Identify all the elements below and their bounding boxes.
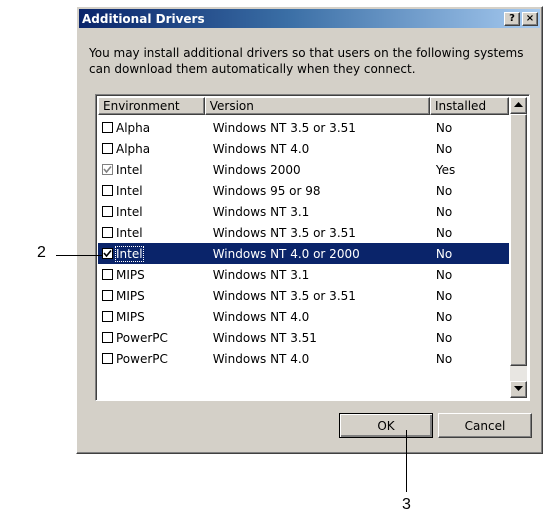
table-row[interactable]: PowerPC Windows NT 4.0 No [98, 348, 509, 369]
scroll-up-button[interactable] [510, 97, 527, 114]
cell-installed: No [435, 246, 453, 261]
checkbox[interactable] [102, 143, 113, 154]
cell-environment: Alpha [98, 121, 205, 135]
environment-label: Intel [116, 183, 143, 198]
environment-label: PowerPC [116, 351, 168, 366]
table-row[interactable]: MIPS Windows NT 3.5 or 3.51 No [98, 285, 509, 306]
table-row[interactable]: Intel Windows NT 3.1 No [98, 201, 509, 222]
instructions-text: You may install additional drivers so th… [89, 46, 524, 76]
cell-version: Windows NT 3.1 [212, 267, 310, 282]
cell-environment: MIPS [98, 289, 205, 303]
list-header: Environment Version Installed [98, 97, 510, 115]
checkbox[interactable] [102, 269, 113, 280]
environment-label: MIPS [116, 267, 145, 282]
checkbox[interactable] [102, 185, 113, 196]
scroll-down-button[interactable] [510, 381, 527, 398]
checkbox[interactable] [102, 248, 113, 259]
callout-label-3: 3 [402, 496, 411, 513]
cell-environment: Intel [98, 205, 205, 219]
environment-label: Intel [116, 204, 143, 219]
table-row[interactable]: MIPS Windows NT 3.1 No [98, 264, 509, 285]
cell-installed: No [435, 120, 453, 135]
table-row[interactable]: Intel Windows NT 4.0 or 2000 No [98, 243, 509, 264]
cell-version: Windows NT 3.51 [212, 330, 317, 345]
cell-version: Windows NT 4.0 [212, 309, 310, 324]
cell-version: Windows NT 3.1 [212, 204, 310, 219]
ok-button[interactable]: OK [339, 413, 433, 438]
table-row[interactable]: Alpha Windows NT 4.0 No [98, 138, 509, 159]
checkbox[interactable] [102, 353, 113, 364]
cell-version: Windows NT 3.5 or 3.51 [212, 288, 356, 303]
cell-version: Windows 95 or 98 [212, 183, 321, 198]
callout-label-2: 2 [37, 244, 46, 261]
checkbox[interactable] [102, 206, 113, 217]
cell-installed: No [435, 225, 453, 240]
list-rows: Alpha Windows NT 3.5 or 3.51 No Alpha Window… [98, 117, 509, 369]
table-row[interactable]: MIPS Windows NT 4.0 No [98, 306, 509, 327]
table-row[interactable]: Alpha Windows NT 3.5 or 3.51 No [98, 117, 509, 138]
checkmark-icon [103, 249, 112, 258]
environment-label: Alpha [116, 120, 151, 135]
cell-environment: MIPS [98, 310, 205, 324]
cell-environment: PowerPC [98, 352, 205, 366]
environment-label: Intel [116, 162, 143, 177]
environment-label: MIPS [116, 309, 145, 324]
checkbox[interactable] [102, 227, 113, 238]
cell-version: Windows NT 3.5 or 3.51 [212, 120, 356, 135]
environment-label: Intel [116, 225, 143, 240]
table-row[interactable]: Intel Windows NT 3.5 or 3.51 No [98, 222, 509, 243]
checkbox[interactable] [102, 290, 113, 301]
cell-environment: Intel [98, 163, 205, 177]
cell-installed: No [435, 204, 453, 219]
cell-version: Windows NT 4.0 [212, 141, 310, 156]
checkbox[interactable] [102, 122, 113, 133]
cell-version: Windows NT 3.5 or 3.51 [212, 225, 356, 240]
checkbox[interactable] [102, 164, 113, 175]
vertical-scrollbar[interactable] [510, 97, 527, 398]
close-button[interactable]: × [522, 11, 538, 26]
cell-installed: Yes [435, 162, 456, 177]
drivers-list[interactable]: Environment Version Installed Alpha Windo… [95, 94, 530, 401]
cell-version: Windows 2000 [212, 162, 301, 177]
cell-environment: Intel [98, 184, 205, 198]
additional-drivers-dialog: Additional Drivers ? × You may install a… [76, 6, 543, 454]
table-row[interactable]: Intel Windows 95 or 98 No [98, 180, 509, 201]
column-header-environment[interactable]: Environment [98, 97, 205, 115]
cell-installed: No [435, 330, 453, 345]
arrow-down-icon [514, 386, 523, 391]
cell-version: Windows NT 4.0 [212, 351, 310, 366]
cell-installed: No [435, 183, 453, 198]
cell-version: Windows NT 4.0 or 2000 [212, 246, 360, 261]
title-bar[interactable]: Additional Drivers ? × [79, 9, 540, 28]
cancel-button[interactable]: Cancel [438, 413, 532, 438]
environment-label: MIPS [116, 288, 145, 303]
arrow-up-icon [514, 102, 523, 107]
checkbox[interactable] [102, 311, 113, 322]
scroll-thumb[interactable] [510, 114, 527, 366]
cell-environment: Alpha [98, 142, 205, 156]
table-row[interactable]: Intel Windows 2000 Yes [98, 159, 509, 180]
environment-label: Alpha [116, 141, 151, 156]
help-button[interactable]: ? [504, 11, 520, 26]
cell-installed: No [435, 267, 453, 282]
callout-line-2 [56, 255, 102, 256]
table-row[interactable]: PowerPC Windows NT 3.51 No [98, 327, 509, 348]
cell-environment: Intel [98, 226, 205, 240]
cell-environment: MIPS [98, 268, 205, 282]
cell-environment: PowerPC [98, 331, 205, 345]
cell-installed: No [435, 288, 453, 303]
cell-installed: No [435, 141, 453, 156]
cell-installed: No [435, 351, 453, 366]
checkmark-icon [103, 165, 112, 174]
callout-line-3 [406, 430, 407, 492]
column-header-version[interactable]: Version [204, 97, 430, 115]
cell-environment: Intel [98, 245, 205, 262]
environment-label: Intel [115, 245, 144, 262]
cell-installed: No [435, 309, 453, 324]
environment-label: PowerPC [116, 330, 168, 345]
checkbox[interactable] [102, 332, 113, 343]
column-header-installed[interactable]: Installed [429, 97, 510, 115]
dialog-title: Additional Drivers [82, 11, 205, 26]
